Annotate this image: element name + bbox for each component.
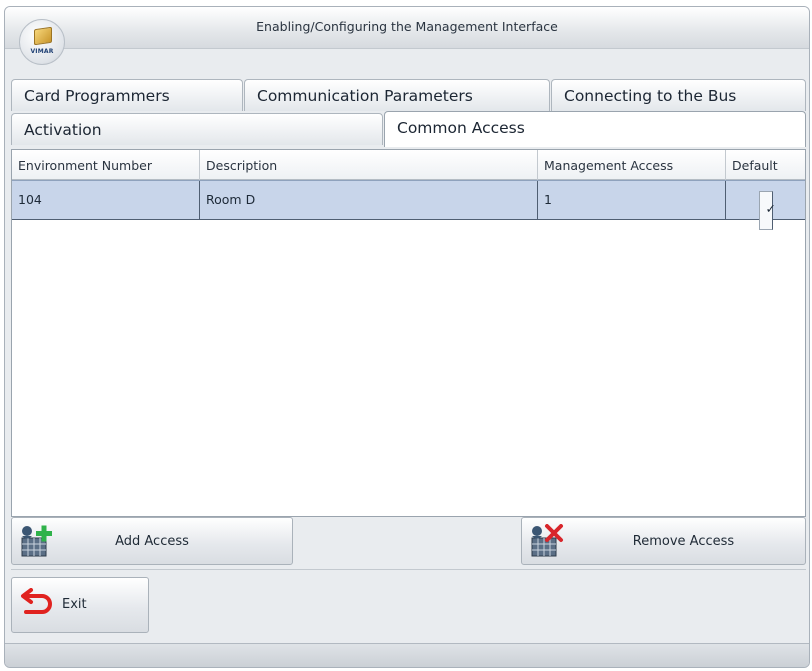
divider	[11, 569, 806, 570]
add-access-label: Add Access	[115, 534, 189, 549]
common-access-grid: Environment Number Description Managemen…	[11, 149, 806, 517]
title-bar: Enabling/Configuring the Management Inte…	[5, 7, 809, 49]
app-logo-icon[interactable]: VIMAR	[19, 19, 65, 65]
tab-common-access[interactable]: Common Access	[384, 111, 806, 147]
exit-label: Exit	[62, 597, 87, 612]
column-header-description[interactable]: Description	[200, 150, 538, 180]
window-title: Enabling/Configuring the Management Inte…	[256, 19, 558, 34]
tab-strip: Card Programmers Communication Parameter…	[11, 79, 809, 149]
cell-description[interactable]: Room D	[200, 181, 538, 220]
tab-label: Activation	[24, 121, 102, 139]
tab-connecting-to-the-bus[interactable]: Connecting to the Bus	[551, 79, 806, 111]
add-access-button[interactable]: Add Access	[11, 517, 293, 565]
cell-default[interactable]: ✓	[726, 181, 805, 230]
tab-label: Connecting to the Bus	[564, 87, 737, 105]
column-header-environment-number[interactable]: Environment Number	[12, 150, 200, 180]
remove-access-button[interactable]: Remove Access	[521, 517, 806, 565]
tab-communication-parameters[interactable]: Communication Parameters	[244, 79, 550, 111]
remove-access-label: Remove Access	[632, 534, 735, 549]
cell-management-access[interactable]: 1	[538, 181, 726, 220]
tab-card-programmers[interactable]: Card Programmers	[11, 79, 243, 111]
grid-header: Environment Number Description Managemen…	[12, 150, 805, 180]
tab-label: Communication Parameters	[257, 87, 473, 105]
exit-button[interactable]: Exit	[11, 577, 149, 633]
tab-label: Common Access	[397, 119, 525, 137]
cell-environment-number[interactable]: 104	[12, 181, 200, 220]
default-checkbox[interactable]: ✓	[758, 191, 776, 230]
column-header-default[interactable]: Default	[726, 150, 805, 180]
table-row[interactable]: 104 Room D 1 ✓	[12, 180, 805, 230]
tab-label: Card Programmers	[24, 87, 170, 105]
management-interface-window: Enabling/Configuring the Management Inte…	[4, 6, 810, 668]
column-header-management-access[interactable]: Management Access	[538, 150, 726, 180]
logo-cube-icon	[34, 26, 52, 46]
tab-activation[interactable]: Activation	[11, 113, 383, 145]
logo-brand: VIMAR	[30, 48, 54, 55]
status-bar	[5, 643, 809, 667]
